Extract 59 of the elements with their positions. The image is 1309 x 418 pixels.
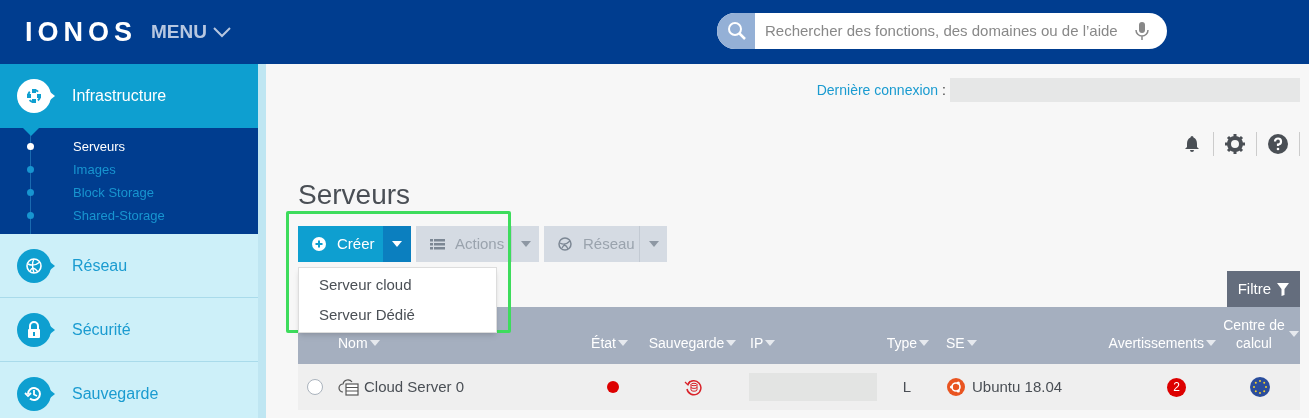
filter-button[interactable]: Filtre (1226, 271, 1300, 307)
dropdown-toggle[interactable] (383, 226, 411, 262)
caret-icon (1206, 340, 1216, 346)
sidebar-icon (16, 76, 56, 116)
plus-icon (312, 236, 327, 252)
sidebar-item[interactable]: Sécurité (0, 298, 258, 362)
search-field[interactable]: Rechercher des fonctions, des domaines ou de l’aide (765, 19, 1135, 43)
globe-icon (558, 236, 573, 252)
search-bar[interactable]: Rechercher des fonctions, des domaines ou de l’aide (717, 13, 1167, 49)
caret-icon (520, 241, 531, 247)
toolbar-button[interactable]: Créer (298, 226, 383, 262)
caret-icon (726, 340, 737, 346)
table-cell-text: Ubuntu 18.04 (972, 376, 1063, 397)
colon-text: : (942, 80, 946, 100)
filter-icon (1277, 282, 1289, 296)
caret-icon (618, 340, 628, 346)
chevron-down-icon (212, 26, 231, 38)
column-header[interactable]: IP (750, 334, 776, 352)
menu-item[interactable]: Serveur cloud (299, 270, 496, 300)
sidebar-item[interactable]: Sauvegarde (0, 362, 258, 418)
cloud-server-icon (338, 378, 360, 396)
caret-icon (648, 241, 659, 247)
radio-button[interactable] (307, 379, 323, 395)
submenu-item[interactable]: Shared-Storage (73, 205, 165, 226)
table-cell-text: Cloud Server 0 (364, 376, 465, 397)
submenu-item[interactable]: Images (73, 159, 116, 180)
logo[interactable]: IONOS (25, 18, 137, 46)
search-icon[interactable] (717, 13, 755, 49)
last-login-label: Dernière connexion (816, 80, 939, 100)
bell-icon[interactable] (1183, 135, 1201, 153)
column-header[interactable]: Type (886, 334, 929, 352)
microphone-icon[interactable] (1135, 21, 1149, 41)
column-header[interactable]: Sauvegarde (648, 334, 737, 352)
menu-item[interactable]: Serveur Dédié (299, 300, 496, 330)
caret-icon (392, 241, 402, 247)
menu-button[interactable]: MENU (151, 17, 231, 47)
caret-icon (765, 340, 776, 346)
column-header[interactable]: Avertissements (1108, 334, 1216, 352)
column-header[interactable]: Centre de calcul (1221, 316, 1299, 352)
sidebar-item[interactable]: Réseau (0, 234, 258, 298)
column-header[interactable]: SE (946, 334, 977, 352)
settings-icon[interactable] (1224, 133, 1246, 155)
submenu-item[interactable]: Block Storage (73, 182, 154, 203)
table-cell-text: L (902, 376, 911, 397)
caret-icon (369, 340, 380, 346)
help-icon[interactable] (1268, 134, 1288, 154)
warning-count-badge: 2 (1167, 377, 1186, 397)
page-title: Serveurs (298, 178, 412, 212)
caret-icon (1289, 331, 1299, 337)
flag-icon (1250, 377, 1270, 397)
caret-icon (919, 340, 929, 346)
column-header[interactable]: État (591, 334, 628, 352)
column-header[interactable]: Nom (338, 334, 380, 352)
backup-icon (683, 378, 702, 396)
list-icon (430, 236, 445, 252)
caret-icon (966, 340, 977, 346)
submenu-item[interactable]: Serveurs (73, 136, 126, 157)
sidebar-item[interactable]: Infrastructure (0, 64, 258, 128)
os-icon (947, 378, 965, 396)
